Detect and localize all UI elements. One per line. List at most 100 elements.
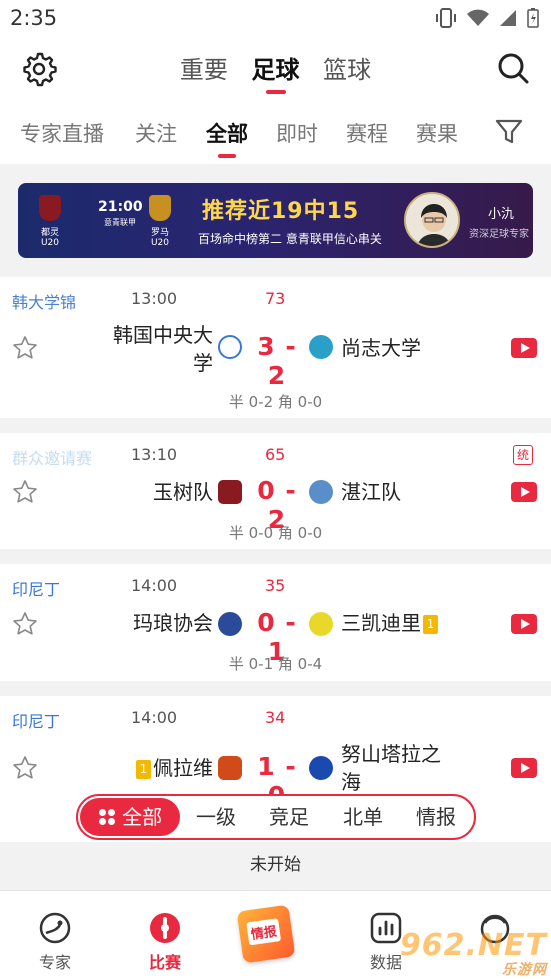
banner-league: 意青联甲 <box>104 218 136 227</box>
stats-badge[interactable]: 统 <box>513 445 533 465</box>
tab-results[interactable]: 赛果 <box>416 118 458 148</box>
match-league: 印尼丁 <box>12 580 61 599</box>
match-minute: 35 <box>265 576 286 595</box>
match-half-corner: 半 0-1 角 0-4 <box>228 655 323 673</box>
away-team-logo-icon <box>309 756 333 780</box>
star-icon[interactable] <box>12 335 38 361</box>
nav-intel-label: 情报 <box>246 918 282 946</box>
sport-tab-important[interactable]: 重要 <box>180 50 228 85</box>
away-team-line-2: 海 <box>341 770 361 794</box>
sport-tab-basketball[interactable]: 篮球 <box>323 50 371 85</box>
match-kickoff-time: 14:00 <box>131 708 178 727</box>
match-kickoff-time: 13:00 <box>131 289 178 308</box>
level-filter-beidan[interactable]: 北单 <box>343 796 383 838</box>
away-team-logo-icon <box>309 612 333 636</box>
match-league: 韩大学锦 <box>12 293 77 312</box>
home-team: 玛琅协会 <box>133 611 213 635</box>
search-icon[interactable] <box>495 50 531 86</box>
torino-crest-icon <box>39 195 61 221</box>
away-team-name: 三凯迪里 <box>341 611 421 635</box>
level-filter-all-label: 全部 <box>122 805 163 829</box>
home-team: 1 佩拉维 <box>134 754 213 782</box>
tab-all[interactable]: 全部 <box>206 118 248 148</box>
video-play-icon[interactable] <box>511 614 537 634</box>
level-filter: 全部 一级 竞足 北单 情报 <box>76 794 476 840</box>
match-half-corner: 半 0-2 角 0-0 <box>228 393 323 411</box>
expert-avatar <box>404 192 460 248</box>
match-minute: 34 <box>265 708 286 727</box>
status-bar: 2:35 <box>0 0 551 36</box>
banner-kickoff-time: 21:00 <box>98 199 143 215</box>
match-league: 印尼丁 <box>12 712 61 731</box>
match-league: 群众邀请赛 <box>12 449 93 468</box>
wifi-icon <box>467 9 489 26</box>
star-icon[interactable] <box>12 479 38 505</box>
match-card[interactable]: 韩大学锦 13:00 73 韩国中央大 学 3 - 2 尚志大学 半 0-2 角… <box>0 277 551 418</box>
video-play-icon[interactable] <box>511 758 537 778</box>
away-team-logo-icon <box>309 480 333 504</box>
tab-schedule[interactable]: 赛程 <box>346 118 388 148</box>
banner-away-club: 罗马U20 <box>142 195 178 248</box>
home-team-line-2: 学 <box>193 351 213 375</box>
banner-expert-name: 小氿 <box>488 207 515 222</box>
status-icons <box>435 8 539 28</box>
watermark-logo: 962.NET 乐游网 <box>400 928 547 979</box>
level-filter-all[interactable]: 全部 <box>80 798 180 836</box>
expert-icon <box>39 912 71 944</box>
away-team: 努山塔拉之 海 <box>341 740 441 796</box>
star-icon[interactable] <box>12 755 38 781</box>
filter-icon[interactable] <box>495 118 523 146</box>
tab-expert-live[interactable]: 专家直播 <box>20 118 104 148</box>
nav-expert-label: 专家 <box>38 953 71 972</box>
app-root: 2:35 重要 足球 篮球 专家直播 关注 全部 即时 赛程 赛果 都灵U20 … <box>0 0 551 979</box>
star-icon[interactable] <box>12 611 38 637</box>
banner-kickoff: 21:00 意青联甲 <box>98 199 143 228</box>
away-team: 尚志大学 <box>341 336 421 360</box>
banner-home-team: 都灵U20 <box>40 228 60 248</box>
yellow-card-badge: 1 <box>136 760 151 779</box>
status-time: 2:35 <box>10 6 58 30</box>
level-filter-first-tier[interactable]: 一级 <box>196 796 236 838</box>
level-filter-intel[interactable]: 情报 <box>416 796 456 838</box>
home-team-logo-icon <box>218 756 242 780</box>
tab-following[interactable]: 关注 <box>135 118 177 148</box>
video-play-icon[interactable] <box>511 482 537 502</box>
away-team-line-1: 努山塔拉之 <box>341 742 441 766</box>
nav-match[interactable]: 比赛 <box>125 911 205 973</box>
match-kickoff-time: 13:10 <box>131 445 178 464</box>
match-half-corner: 半 0-0 角 0-0 <box>228 524 323 542</box>
home-team-name: 佩拉维 <box>153 756 213 780</box>
nav-intel-tile[interactable]: 情报 <box>236 904 296 964</box>
battery-icon <box>527 8 539 28</box>
banner-headline: 推荐近19中15 <box>202 199 360 224</box>
match-minute: 73 <box>265 289 286 308</box>
signal-icon <box>500 10 516 26</box>
watermark-brand: 962.NET <box>399 928 547 963</box>
expert-photo-icon <box>406 194 458 246</box>
nav-expert[interactable]: 专家 <box>15 911 95 973</box>
yellow-card-badge: 1 <box>423 615 438 634</box>
home-team-line-1: 韩国中央大 <box>113 323 213 347</box>
data-chart-icon <box>370 912 402 944</box>
home-team-logo-icon <box>218 335 242 359</box>
tab-live[interactable]: 即时 <box>276 118 318 148</box>
sport-tab-football[interactable]: 足球 <box>252 50 300 85</box>
promo-banner[interactable]: 都灵U20 21:00 意青联甲 罗马U20 推荐近19中15 百场命中榜第二 … <box>18 183 533 258</box>
away-team: 湛江队 <box>341 480 401 504</box>
section-not-started: 未开始 <box>0 842 551 888</box>
roma-crest-icon <box>149 195 171 221</box>
away-team-logo-icon <box>309 335 333 359</box>
nav-match-label: 比赛 <box>148 953 181 972</box>
sport-tabs: 重要 足球 篮球 <box>0 50 551 85</box>
home-team: 韩国中央大 学 <box>113 321 213 377</box>
grid-icon <box>98 809 115 825</box>
match-card[interactable]: 群众邀请赛 13:10 65 统 玉树队 0 - 2 湛江队 半 0-0 角 0… <box>0 433 551 549</box>
match-score: 3 - 2 <box>257 332 297 390</box>
away-team: 三凯迪里 1 <box>341 609 440 637</box>
match-minute: 65 <box>265 445 286 464</box>
match-card[interactable]: 印尼丁 14:00 35 玛琅协会 0 - 1 三凯迪里 1 半 0-1 角 0-… <box>0 564 551 681</box>
nav-data-label: 数据 <box>369 953 402 972</box>
vibrate-icon <box>436 8 456 28</box>
level-filter-jingzu[interactable]: 竞足 <box>269 796 309 838</box>
video-play-icon[interactable] <box>511 338 537 358</box>
